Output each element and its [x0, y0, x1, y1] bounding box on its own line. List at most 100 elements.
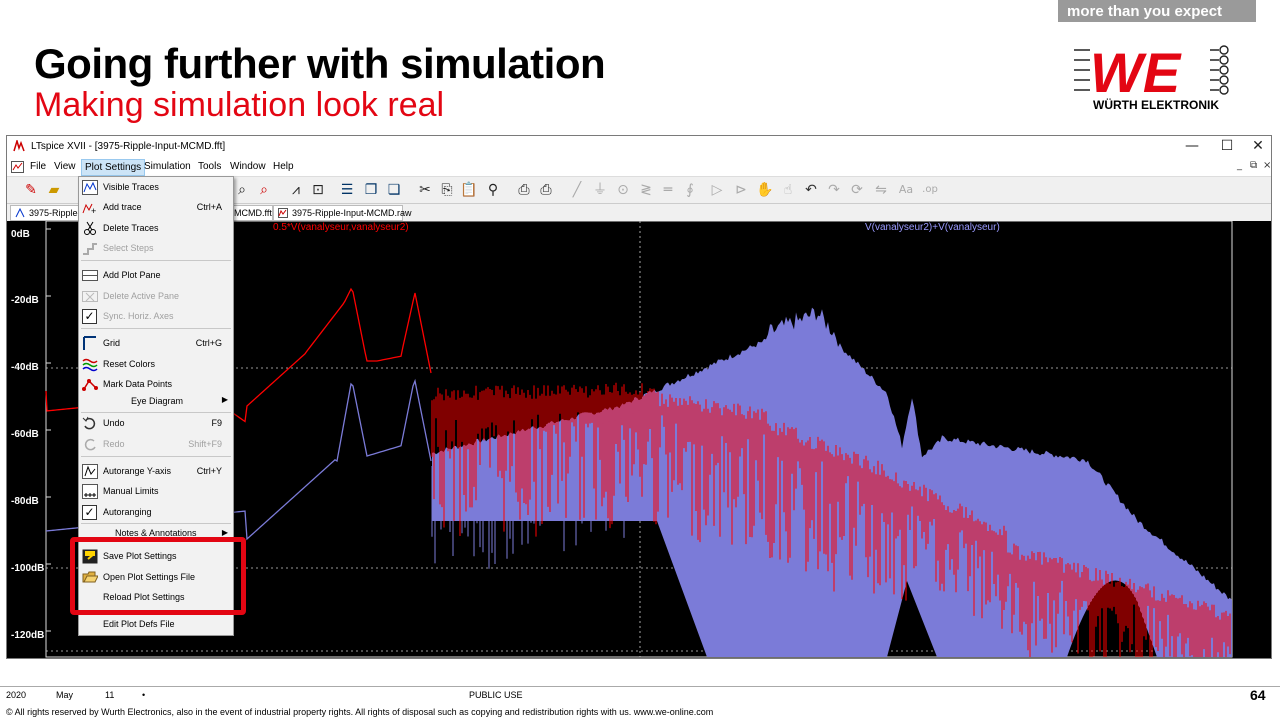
find-icon[interactable]: ⚲ — [483, 180, 503, 200]
menu-item-redo[interactable]: Redo Shift+F9 — [79, 435, 233, 453]
diode-icon[interactable]: ▷ — [707, 180, 727, 200]
move-icon[interactable]: ✋ — [755, 180, 775, 200]
mdi-restore-button[interactable]: ⧉ — [1250, 160, 1257, 171]
menu-item-notes-annotations[interactable]: Notes & Annotations ▶ — [79, 525, 233, 537]
ltspice-app-icon — [13, 140, 25, 152]
menu-separator — [81, 456, 231, 457]
zoom-cancel-icon[interactable]: ⌕ — [254, 180, 274, 200]
menu-item-grid[interactable]: Grid Ctrl+G — [79, 334, 233, 352]
print-setup-icon[interactable]: ⎙ — [536, 180, 556, 200]
menu-separator — [81, 328, 231, 329]
inductor-icon[interactable]: ∮ — [680, 180, 700, 200]
menu-label: Sync. Horiz. Axes — [103, 311, 174, 321]
menu-item-sync-horiz-axes[interactable]: ✓ Sync. Horiz. Axes — [79, 307, 233, 325]
spice-directive-icon[interactable]: .op — [920, 180, 940, 200]
menu-label: Autorange Y-axis — [103, 466, 172, 476]
menu-view[interactable]: View — [54, 161, 76, 172]
y-tick-minus40db: -40dB — [11, 362, 39, 373]
window-titlebar: LTspice XVII - [3975-Ripple-Input-MCMD.f… — [7, 136, 1271, 158]
open-icon[interactable]: ▰ — [44, 180, 64, 200]
footer-classification: PUBLIC USE — [469, 690, 523, 700]
menu-item-autoranging[interactable]: ✓ Autoranging — [79, 503, 233, 521]
maximize-button[interactable]: ☐ — [1212, 138, 1242, 156]
autorange-icon[interactable]: ⩘ — [286, 180, 306, 200]
mark-points-icon — [82, 379, 98, 391]
cascade-icon[interactable]: ❐ — [361, 180, 381, 200]
arrange-icon[interactable]: ❏ — [384, 180, 404, 200]
menu-shortcut: Shift+F9 — [188, 439, 222, 449]
menu-separator — [81, 523, 231, 524]
capacitor-icon[interactable]: ═ — [658, 180, 678, 200]
menu-item-undo[interactable]: Undo F9 — [79, 414, 233, 432]
menu-label: Select Steps — [103, 243, 154, 253]
delete-pane-icon — [82, 291, 98, 302]
menu-item-delete-traces[interactable]: Delete Traces — [79, 219, 233, 237]
menu-label: Undo — [103, 418, 125, 428]
footer-divider — [0, 686, 1280, 687]
tab-raw[interactable]: 3975-Ripple-Input-MCMD.raw — [273, 205, 412, 221]
document-icon[interactable] — [11, 161, 24, 173]
drag-icon[interactable]: ☝ — [778, 180, 798, 200]
component-icon[interactable]: ⊳ — [731, 180, 751, 200]
menu-item-add-plot-pane[interactable]: Add Plot Pane — [79, 266, 233, 284]
y-tick-0db: 0dB — [11, 229, 30, 240]
svg-text:+: + — [91, 206, 96, 215]
y-tick-minus60db: -60dB — [11, 429, 39, 440]
mirror-icon[interactable]: ⇋ — [871, 180, 891, 200]
paste-icon[interactable]: 📋 — [459, 180, 479, 200]
copy-icon[interactable]: ⎘ — [437, 180, 457, 200]
menu-item-mark-data-points[interactable]: Mark Data Points — [79, 375, 233, 393]
menu-help[interactable]: Help — [273, 161, 294, 172]
menubar: File View Plot Settings Simulation Tools… — [7, 158, 1271, 176]
fit-icon[interactable]: ⊡ — [308, 180, 328, 200]
tab-label: 3975-Ripple- — [29, 208, 81, 218]
zoom-in-icon[interactable]: ⌕ — [232, 180, 252, 200]
manual-limits-icon — [82, 484, 98, 499]
label-icon[interactable]: ⊙ — [613, 180, 633, 200]
tile-icon[interactable]: ☰ — [337, 180, 357, 200]
menu-item-select-steps[interactable]: Select Steps — [79, 239, 233, 257]
redo-icon[interactable]: ↷ — [824, 180, 844, 200]
rotate-icon[interactable]: ⟳ — [847, 180, 867, 200]
resistor-icon[interactable]: ≷ — [636, 180, 656, 200]
menu-item-add-trace[interactable]: + Add trace Ctrl+A — [79, 198, 233, 216]
new-schematic-icon[interactable]: ✎ — [21, 180, 41, 200]
menu-label: Manual Limits — [103, 486, 159, 496]
grid-icon — [83, 336, 96, 350]
menu-file[interactable]: File — [30, 161, 46, 172]
tab-fft-schematic[interactable]: 3975-Ripple- — [10, 205, 82, 221]
minimize-button[interactable]: — — [1177, 138, 1207, 156]
cut-icon[interactable]: ✂ — [415, 180, 435, 200]
y-tick-minus100db: -100dB — [11, 563, 45, 574]
menu-tools[interactable]: Tools — [198, 161, 221, 172]
checkmark-icon: ✓ — [82, 505, 97, 520]
slide: more than you expect Going further with … — [0, 0, 1280, 720]
visible-traces-icon — [82, 180, 98, 195]
menu-item-visible-traces[interactable]: Visible Traces — [79, 178, 233, 196]
close-button[interactable]: ✕ — [1243, 138, 1271, 156]
menu-item-reset-colors[interactable]: Reset Colors — [79, 355, 233, 373]
trace2-label[interactable]: V(vanalyseur2)+V(vanalyseur) — [865, 222, 1000, 233]
mdi-minimize-button[interactable]: _ — [1237, 160, 1242, 171]
autorange-y-icon — [82, 464, 98, 479]
menu-simulation[interactable]: Simulation — [144, 161, 191, 172]
menu-plot-settings[interactable]: Plot Settings — [81, 159, 146, 176]
menu-item-edit-plot-defs-file[interactable]: Edit Plot Defs File — [79, 615, 233, 633]
menu-window[interactable]: Window — [230, 161, 266, 172]
mdi-close-button[interactable]: × — [1263, 160, 1271, 171]
text-icon[interactable]: Aa — [896, 180, 916, 200]
schematic-tab-icon — [15, 208, 25, 218]
print-icon[interactable]: ⎙ — [514, 180, 534, 200]
tab-label: MCMD.fft — [234, 208, 272, 218]
undo-icon[interactable]: ↶ — [801, 180, 821, 200]
menu-item-manual-limits[interactable]: Manual Limits — [79, 482, 233, 500]
trace1-label[interactable]: 0.5*V(vanalyseur,vanalyseur2) — [273, 222, 409, 233]
menu-item-delete-active-pane[interactable]: Delete Active Pane — [79, 287, 233, 305]
menu-item-eye-diagram[interactable]: Eye Diagram ▶ — [79, 392, 233, 410]
wire-icon[interactable]: ╱ — [567, 180, 587, 200]
menu-item-autorange-y-axis[interactable]: Autorange Y-axis Ctrl+Y — [79, 462, 233, 480]
menu-label: Edit Plot Defs File — [103, 619, 175, 629]
ground-icon[interactable]: ⏚ — [590, 180, 610, 200]
menu-label: Grid — [103, 338, 121, 348]
footer-year: 2020 — [6, 690, 27, 700]
